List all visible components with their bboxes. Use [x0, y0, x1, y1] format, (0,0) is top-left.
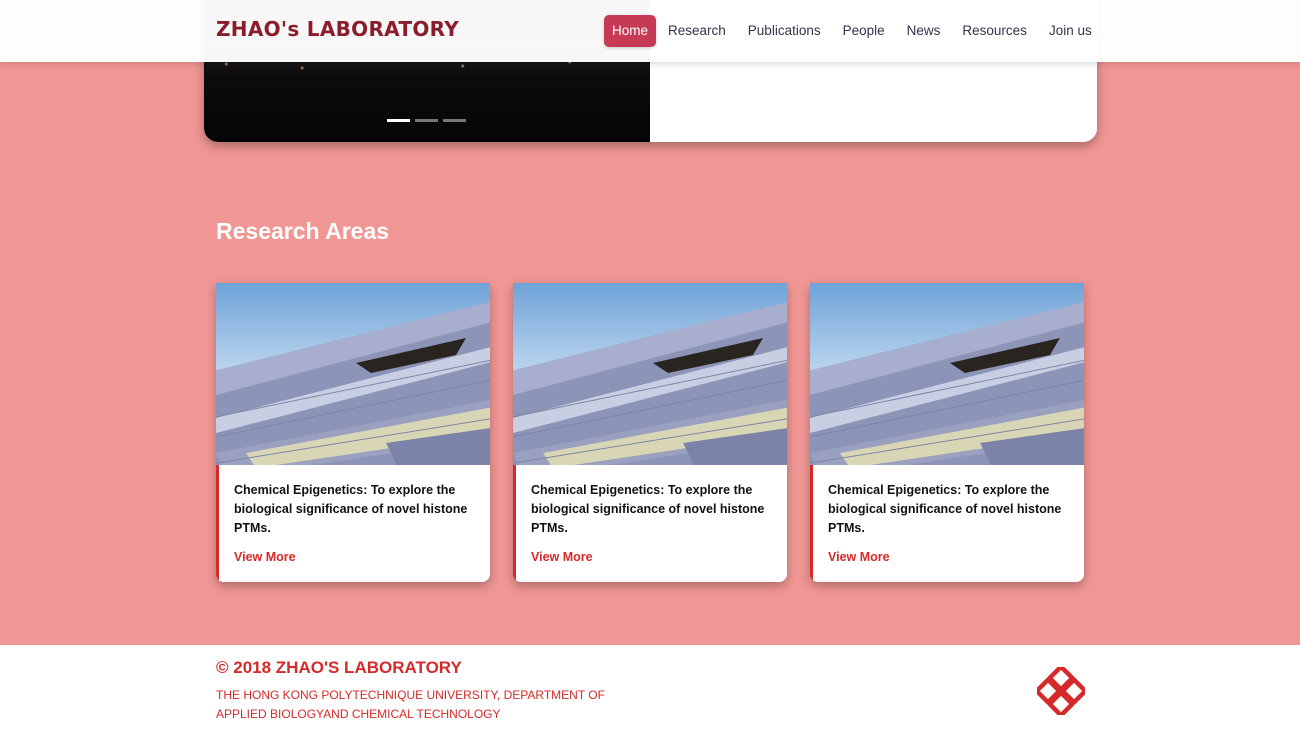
card-body: Chemical Epigenetics: To explore the bio… — [513, 465, 787, 582]
research-areas-title: Research Areas — [216, 218, 390, 244]
site-footer: © 2018 ZHAO'S LABORATORY THE HONG KONG P… — [0, 645, 1300, 734]
card-body: Chemical Epigenetics: To explore the bio… — [216, 465, 490, 582]
research-card: Chemical Epigenetics: To explore the bio… — [216, 283, 490, 582]
nav-news[interactable]: News — [897, 15, 951, 47]
research-card: Chemical Epigenetics: To explore the bio… — [810, 283, 1084, 582]
footer-copyright: © 2018 ZHAO'S LABORATORY — [216, 658, 462, 677]
building-facade-graphic — [216, 302, 490, 465]
nav-join-us[interactable]: Join us — [1039, 15, 1102, 47]
nav-people[interactable]: People — [833, 15, 895, 47]
nav-publications[interactable]: Publications — [738, 15, 831, 47]
site-header: ZHAO's LABORATORY Home Research Publicat… — [0, 0, 1300, 62]
footer-address: THE HONG KONG POLYTECHNIQUE UNIVERSITY, … — [216, 688, 605, 721]
building-facade-graphic — [513, 302, 787, 465]
card-description: Chemical Epigenetics: To explore the bio… — [234, 483, 468, 535]
card-description: Chemical Epigenetics: To explore the bio… — [531, 483, 765, 535]
site-brand[interactable]: ZHAO's LABORATORY — [216, 17, 459, 41]
nav-home[interactable]: Home — [604, 15, 657, 47]
nav-research[interactable]: Research — [658, 15, 736, 47]
nav-resources[interactable]: Resources — [952, 15, 1037, 47]
building-facade-graphic — [810, 302, 1084, 465]
building-image — [810, 283, 1084, 465]
university-logo-icon[interactable] — [1037, 667, 1085, 715]
main-nav: Home Research Publications People News R… — [604, 15, 1104, 47]
building-image — [513, 283, 787, 465]
carousel-indicator-3[interactable] — [443, 119, 466, 122]
view-more-link[interactable]: View More — [828, 550, 1066, 564]
card-body: Chemical Epigenetics: To explore the bio… — [810, 465, 1084, 582]
research-card: Chemical Epigenetics: To explore the bio… — [513, 283, 787, 582]
carousel-indicator-1[interactable] — [387, 119, 410, 122]
view-more-link[interactable]: View More — [531, 550, 769, 564]
card-description: Chemical Epigenetics: To explore the bio… — [828, 483, 1062, 535]
research-cards: Chemical Epigenetics: To explore the bio… — [216, 283, 1084, 582]
carousel-indicators — [387, 119, 466, 122]
building-image — [216, 283, 490, 465]
view-more-link[interactable]: View More — [234, 550, 472, 564]
carousel-indicator-2[interactable] — [415, 119, 438, 122]
